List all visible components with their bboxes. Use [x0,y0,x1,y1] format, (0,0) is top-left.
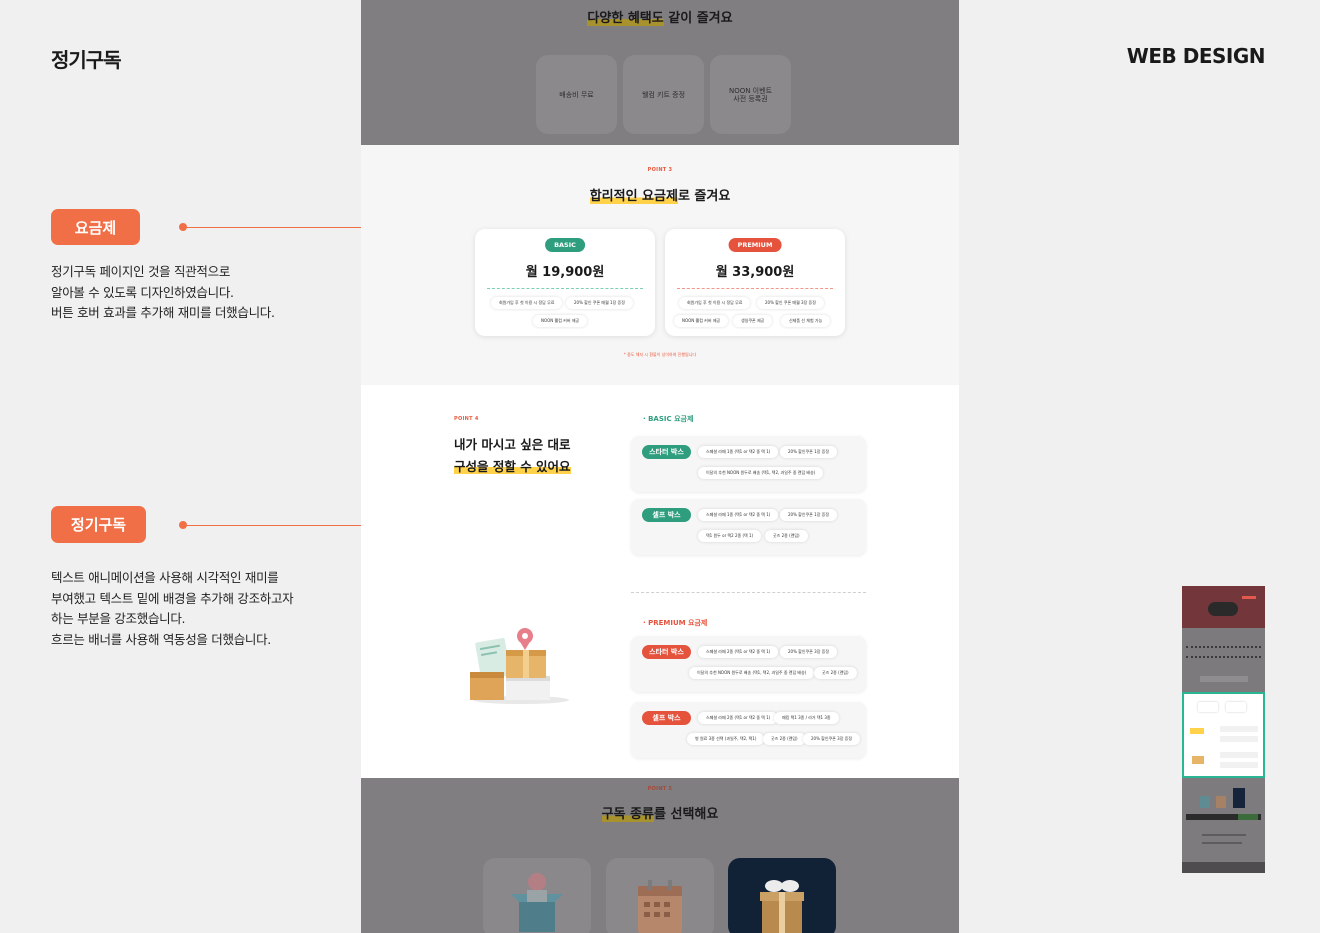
description-line: 텍스트 애니메이션을 사용해 시각적인 재미를 [51,570,279,585]
box-chip: 20% 할인쿠폰 1장 증정 [780,509,838,521]
box-chip: 굿즈 2종 (랜덤) [765,530,808,542]
box-chip: 20% 할인쿠폰 1장 증정 [780,446,838,458]
subscription-type-title: 구독 종류를 선택해요 [601,807,719,822]
box-chip: 택1 원두 or 택2 2종 (택 1) [698,530,762,542]
point-label: POINT 5 [647,786,673,792]
box-chip: 스페셜 라떼 2종 (택1 or 택2 중 택 1) [698,646,779,658]
brand-title: WEB DESIGN [1126,44,1266,68]
plan-card-basic[interactable]: BASIC 월 19,900원 회원가입 후 첫 이용 시 정담 무료 20% … [475,229,655,336]
box-chip: 패킹 택1 3종 / 라거 택1 3종 [774,712,839,724]
delivery-boxes-icon [470,628,569,704]
feature-chip: 20% 할인 쿠폰 매월 3장 증정 [757,297,824,309]
pricing-title: 합리적인 요금제로 즐겨요 [589,189,731,204]
box-chip: 이달의 추천 NOON 원두로 배송 (택1, 택2, 과일주 중 랜덤 배송) [689,667,815,679]
benefit-card[interactable]: 웰컴 키트 증정 [623,55,704,134]
feature-chip: 회원가입 후 첫 이용 시 정담 무료 [491,297,563,309]
feature-chip: 회원가입 후 첫 이용 시 정담 무료 [679,297,751,309]
connector-line [182,525,362,526]
benefits-title: 다양한 혜택도 같이 즐겨요 [587,11,733,26]
box-name: 스타터 박스 [642,445,691,459]
subscription-type-card[interactable] [483,858,591,933]
thumbnail-viewport-indicator[interactable] [1182,692,1265,778]
thumb-section [1182,628,1265,692]
section-divider [631,592,866,593]
basic-starter-box[interactable]: 스타터 박스 스페셜 라떼 1종 (택1 or 택2 중 택 1) 20% 할인… [631,436,866,492]
subscription-type-card[interactable] [606,858,714,933]
feature-chip: 20% 할인 쿠폰 매월 1장 증정 [566,297,633,309]
calendar-icon [638,880,682,933]
description-line: 흐르는 배너를 사용해 역동성을 더했습니다. [51,631,271,647]
box-chip: 20% 할인쿠폰 3장 증정 [780,646,838,658]
basic-plan-label: · BASIC 요금제 [643,415,694,423]
benefit-card[interactable]: NOON 이벤트 사전 등록권 [710,55,791,134]
divider [677,288,833,289]
box-chip: 스페셜 라떼 1종 (택1 or 택2 중 택 1) [698,446,779,458]
box-chip: 20% 할인쿠폰 3장 증정 [803,733,861,745]
thumb-section [1182,778,1265,873]
feature-chip: 신제품 선 체험 가능 [781,315,831,327]
plan-card-premium[interactable]: PREMIUM 월 33,900원 회원가입 후 첫 이용 시 정담 무료 20… [665,229,845,336]
box-chip: 스페셜 라떼 2종 (택1 or 택2 중 택 1) [698,712,779,724]
feature-chip: NOON 웰컴 커버 제공 [533,315,588,327]
subscription-type-card-selected[interactable] [728,858,836,933]
point-label: POINT 3 [647,167,673,173]
description-line: 정기구독 페이지인 것을 직관적으로 [51,264,231,279]
premium-self-box[interactable]: 셀프 박스 스페셜 라떼 2종 (택1 or 택2 중 택 1) 패킹 택1 3… [631,702,866,758]
feature-chip: 생일쿠폰 제공 [733,315,773,327]
description-line: 부여했고 텍스트 밑에 배경을 추가해 강조하고자 [51,590,294,606]
basic-self-box[interactable]: 셀프 박스 스페셜 라떼 1종 (택1 or 택2 중 택 1) 20% 할인쿠… [631,499,866,555]
benefit-card[interactable]: 배송비 무료 [536,55,617,134]
premium-starter-box[interactable]: 스타터 박스 스페셜 라떼 2종 (택1 or 택2 중 택 1) 20% 할인… [631,636,866,692]
plan-badge: PREMIUM [728,238,782,252]
page-title: 정기구독 [51,48,122,72]
connector-line [182,227,362,228]
plan-price: 월 33,900원 [715,265,795,280]
feature-chip: NOON 웰컴 커버 제공 [674,315,729,327]
pricing-section [361,145,959,385]
open-box-icon [511,873,563,932]
divider [487,288,643,289]
annotation-tag-subscription: 정기구독 [51,506,146,543]
annotation-tag-pricing: 요금제 [51,209,140,245]
annotation-description: 텍스트 애니메이션을 사용해 시각적인 재미를 부여했고 텍스트 밑에 배경을 … [51,568,294,650]
box-chip: 이달의 추천 NOON 원두로 배송 (택1, 택2, 과일주 중 랜덤 배송) [698,467,824,479]
box-chip: 병 원료 3종 선택 (과일주, 택2, 택1) [687,733,765,745]
thumb-hero [1182,586,1265,628]
box-name: 셀프 박스 [642,508,691,522]
box-chip: 굿즈 2종 (랜덤) [763,733,806,745]
annotation-description: 정기구독 페이지인 것을 직관적으로 알아볼 수 있도록 디자인하였습니다. 버… [51,262,275,324]
box-name: 스타터 박스 [642,645,691,659]
premium-plan-label: · PREMIUM 요금제 [643,619,708,627]
web-mockup: 다양한 혜택도 같이 즐겨요 배송비 무료 웰컴 키트 증정 NOON 이벤트 사… [361,0,959,933]
pricing-note: * 중도 해지 시 환불이 상이하여 진행됩니다 [623,352,697,357]
plan-badge: BASIC [545,238,585,252]
description-line: 하는 부분을 강조했습니다. [51,611,186,626]
benefits-section: 다양한 혜택도 같이 즐겨요 배송비 무료 웰컴 키트 증정 NOON 이벤트 사… [361,0,959,145]
description-line: 버튼 호버 효과를 추가해 재미를 더했습니다. [51,305,275,320]
description-line: 알아볼 수 있도록 디자인하였습니다. [51,284,234,300]
box-chip: 스페셜 라떼 1종 (택1 or 택2 중 택 1) [698,509,779,521]
plan-price: 월 19,900원 [525,265,605,280]
compose-title: 내가 마시고 싶은 대로 구성을 정할 수 있어요 [454,437,571,474]
gift-box-icon [760,880,804,933]
box-name: 셀프 박스 [642,711,691,725]
box-chip: 굿즈 2종 (랜덤) [814,667,857,679]
point-label: POINT 4 [454,416,479,422]
